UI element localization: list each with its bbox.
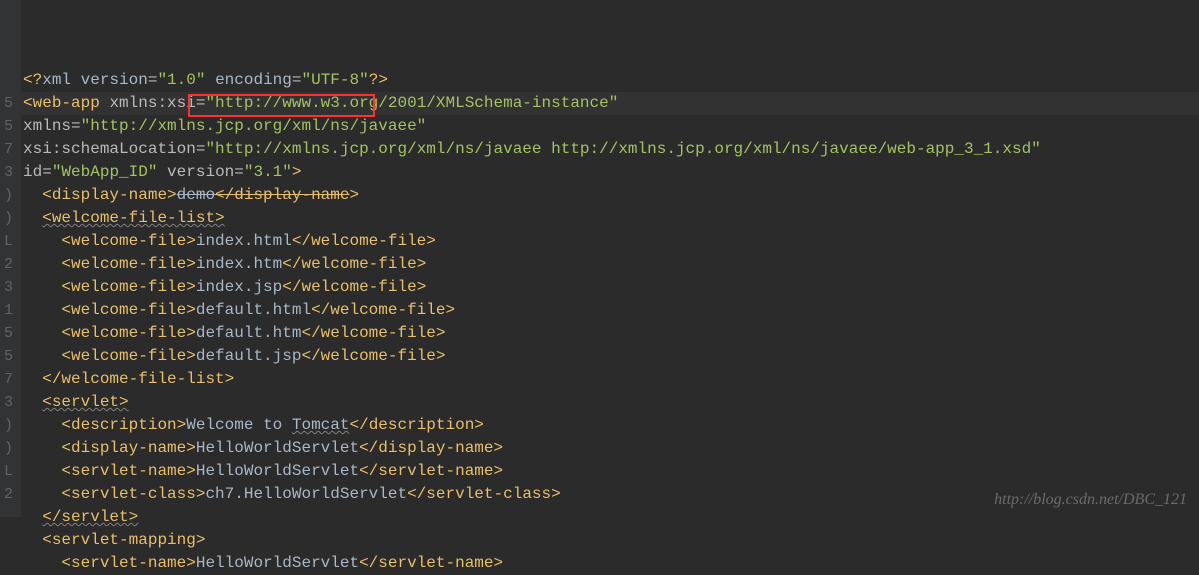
line-number: 3	[4, 276, 13, 299]
line-number: 3	[4, 161, 13, 184]
line-number: )	[4, 414, 13, 437]
line-number: 7	[4, 138, 13, 161]
line-number: 2	[4, 483, 13, 506]
code-line[interactable]: <display-name>HelloWorldServlet</display…	[23, 437, 1199, 460]
code-line[interactable]: id="WebApp_ID" version="3.1">	[23, 161, 1199, 184]
line-number: L	[4, 460, 13, 483]
watermark-text: http://blog.csdn.net/DBC_121	[994, 491, 1187, 509]
code-line[interactable]: <welcome-file-list>	[23, 207, 1199, 230]
code-line[interactable]: <servlet>	[23, 391, 1199, 414]
code-line[interactable]: <welcome-file>index.htm</welcome-file>	[23, 253, 1199, 276]
code-line[interactable]: <servlet-mapping>	[23, 529, 1199, 552]
code-line[interactable]: <web-app xmlns:xsi="http://www.w3.org/20…	[23, 92, 1199, 115]
code-line[interactable]: <welcome-file>default.html</welcome-file…	[23, 299, 1199, 322]
code-line[interactable]: <welcome-file>default.htm</welcome-file>	[23, 322, 1199, 345]
code-line[interactable]: xsi:schemaLocation="http://xmlns.jcp.org…	[23, 138, 1199, 161]
code-line[interactable]: </welcome-file-list>	[23, 368, 1199, 391]
code-content-area[interactable]: <?xml version="1.0" encoding="UTF-8"?><w…	[21, 0, 1199, 517]
line-number: 5	[4, 345, 13, 368]
code-editor[interactable]: 5573))L2315573))L2 <?xml version="1.0" e…	[0, 0, 1199, 517]
line-number: 2	[4, 253, 13, 276]
code-line[interactable]: <welcome-file>index.jsp</welcome-file>	[23, 276, 1199, 299]
line-number: 3	[4, 391, 13, 414]
line-number-gutter: 5573))L2315573))L2	[0, 0, 21, 517]
line-number	[4, 69, 13, 92]
line-number: )	[4, 207, 13, 230]
code-line[interactable]: xmlns="http://xmlns.jcp.org/xml/ns/javae…	[23, 115, 1199, 138]
code-line[interactable]: <servlet-name>HelloWorldServlet</servlet…	[23, 552, 1199, 575]
line-number: )	[4, 184, 13, 207]
line-number	[4, 0, 13, 23]
line-number: 5	[4, 92, 13, 115]
line-number	[4, 23, 13, 46]
line-number: L	[4, 230, 13, 253]
line-number: 1	[4, 299, 13, 322]
line-number: 5	[4, 115, 13, 138]
line-number: 5	[4, 322, 13, 345]
line-number: )	[4, 437, 13, 460]
code-line[interactable]: <servlet-name>HelloWorldServlet</servlet…	[23, 460, 1199, 483]
code-line[interactable]: </servlet>	[23, 506, 1199, 529]
line-number	[4, 46, 13, 69]
code-line[interactable]: <welcome-file>index.html</welcome-file>	[23, 230, 1199, 253]
code-line[interactable]: <?xml version="1.0" encoding="UTF-8"?>	[23, 69, 1199, 92]
code-line[interactable]: <welcome-file>default.jsp</welcome-file>	[23, 345, 1199, 368]
line-number: 7	[4, 368, 13, 391]
code-line[interactable]: <description>Welcome to Tomcat</descript…	[23, 414, 1199, 437]
code-line[interactable]: <display-name>demo</display-name>	[23, 184, 1199, 207]
